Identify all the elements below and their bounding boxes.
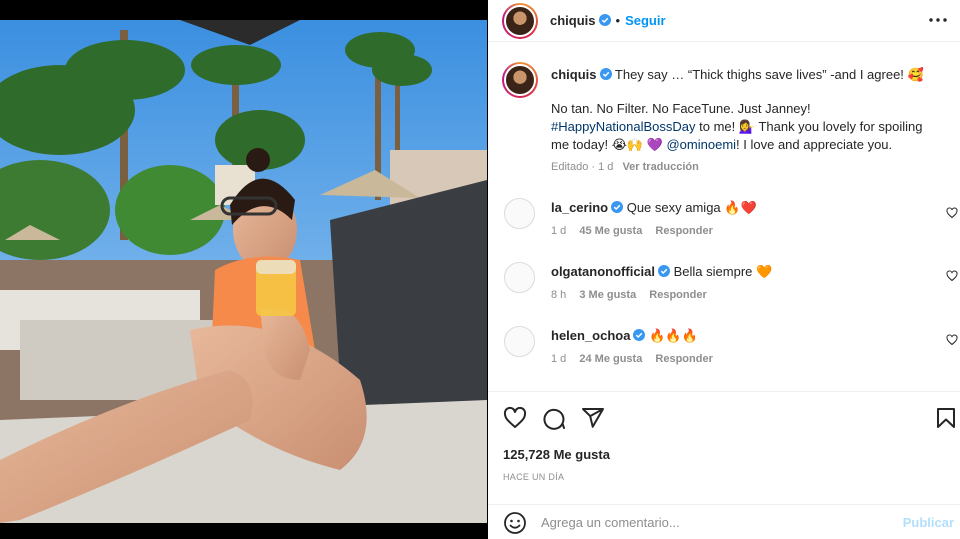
header-author: chiquis • Seguir [550, 12, 666, 30]
publish-button[interactable]: Publicar [903, 515, 954, 530]
caption-line3: to me! 💁‍♀️ Thank you lovely for spoilin… [695, 119, 923, 134]
separator-dot: • [615, 13, 621, 28]
comment-item: helen_ochoa 🔥🔥🔥 1 d 24 Me gusta Responde… [551, 327, 931, 365]
comment-text: 🔥🔥🔥 [649, 328, 698, 343]
caption-edited-time: Editado · 1 d [551, 161, 614, 173]
comment-username[interactable]: helen_ochoa [551, 328, 630, 343]
bookmark-icon[interactable] [934, 406, 958, 430]
comment-item: la_cerino Que sexy amiga 🔥❤️ 1 d 45 Me g… [551, 199, 931, 237]
caption-author-avatar[interactable] [502, 62, 538, 98]
comment-age: 1 d [551, 353, 567, 365]
caption-meta: Editado · 1 d Ver traducción [551, 161, 943, 173]
verified-badge-icon [611, 201, 624, 213]
verified-badge-icon [658, 265, 670, 277]
comment-text: Bella siempre 🧡 [673, 264, 773, 279]
caption-username[interactable]: chiquis [551, 67, 597, 82]
comment-item: olgatanonofficial Bella siempre 🧡 8 h 3 … [551, 263, 931, 301]
post-actions: 125,728 Me gusta HACE UN DÍA [488, 391, 960, 504]
more-horizontal-icon[interactable] [926, 10, 950, 30]
comment-likes[interactable]: 24 Me gusta [579, 353, 642, 365]
comment-username[interactable]: olgatanonofficial [551, 264, 655, 279]
hashtag-link[interactable]: #HappyNationalBossDay [551, 119, 696, 134]
caption-line4-end: ! I love and appreciate you. [736, 137, 893, 152]
reply-button[interactable]: Responder [649, 289, 706, 301]
comment-icon[interactable] [542, 406, 566, 430]
caption-line1: They say … “Thick thighs save lives” -an… [614, 67, 924, 82]
verified-badge-icon [599, 68, 612, 80]
comment-like-heart-icon[interactable] [946, 270, 958, 282]
comment-input[interactable] [541, 510, 881, 534]
emoji-icon[interactable] [503, 511, 527, 535]
verified-badge-icon [598, 14, 611, 26]
pool-selfie-image [0, 20, 487, 523]
comment-likes[interactable]: 3 Me gusta [579, 289, 636, 301]
share-icon[interactable] [581, 406, 605, 430]
caption-line4-start: me today! 😭🙌 💜 [551, 137, 667, 152]
add-comment-bar: Publicar [488, 504, 960, 539]
comment-avatar[interactable] [504, 262, 535, 293]
reply-button[interactable]: Responder [655, 353, 712, 365]
comment-age: 8 h [551, 289, 567, 301]
follow-button[interactable]: Seguir [625, 13, 665, 28]
comment-text: Que sexy amiga 🔥❤️ [626, 200, 757, 215]
comment-like-heart-icon[interactable] [946, 334, 958, 346]
reply-button[interactable]: Responder [655, 225, 712, 237]
comment-username[interactable]: la_cerino [551, 200, 608, 215]
author-avatar[interactable] [502, 3, 538, 39]
comment-avatar[interactable] [504, 198, 535, 229]
comments-list[interactable]: chiquis They say … “Thick thighs save li… [488, 42, 960, 391]
post-photo[interactable] [0, 20, 487, 523]
post-time-ago: HACE UN DÍA [503, 472, 565, 482]
comment-age: 1 d [551, 225, 567, 237]
author-username[interactable]: chiquis [550, 13, 596, 28]
caption-line2: No tan. No Filter. No FaceTune. Just Jan… [551, 101, 811, 116]
comment-like-heart-icon[interactable] [946, 207, 958, 219]
verified-badge-icon [633, 329, 646, 341]
comment-likes[interactable]: 45 Me gusta [579, 225, 642, 237]
likes-count[interactable]: 125,728 Me gusta [503, 447, 610, 462]
post-header: chiquis • Seguir [488, 0, 960, 42]
post-side-panel: chiquis • Seguir chiquis They say … “Thick… [488, 0, 960, 539]
heart-icon[interactable] [503, 406, 527, 430]
caption: chiquis They say … “Thick thighs save li… [551, 66, 943, 173]
post-media [0, 0, 488, 539]
see-translation-link[interactable]: Ver traducción [622, 161, 698, 173]
comment-avatar[interactable] [504, 326, 535, 357]
mention-link[interactable]: @ominoemi [666, 137, 736, 152]
